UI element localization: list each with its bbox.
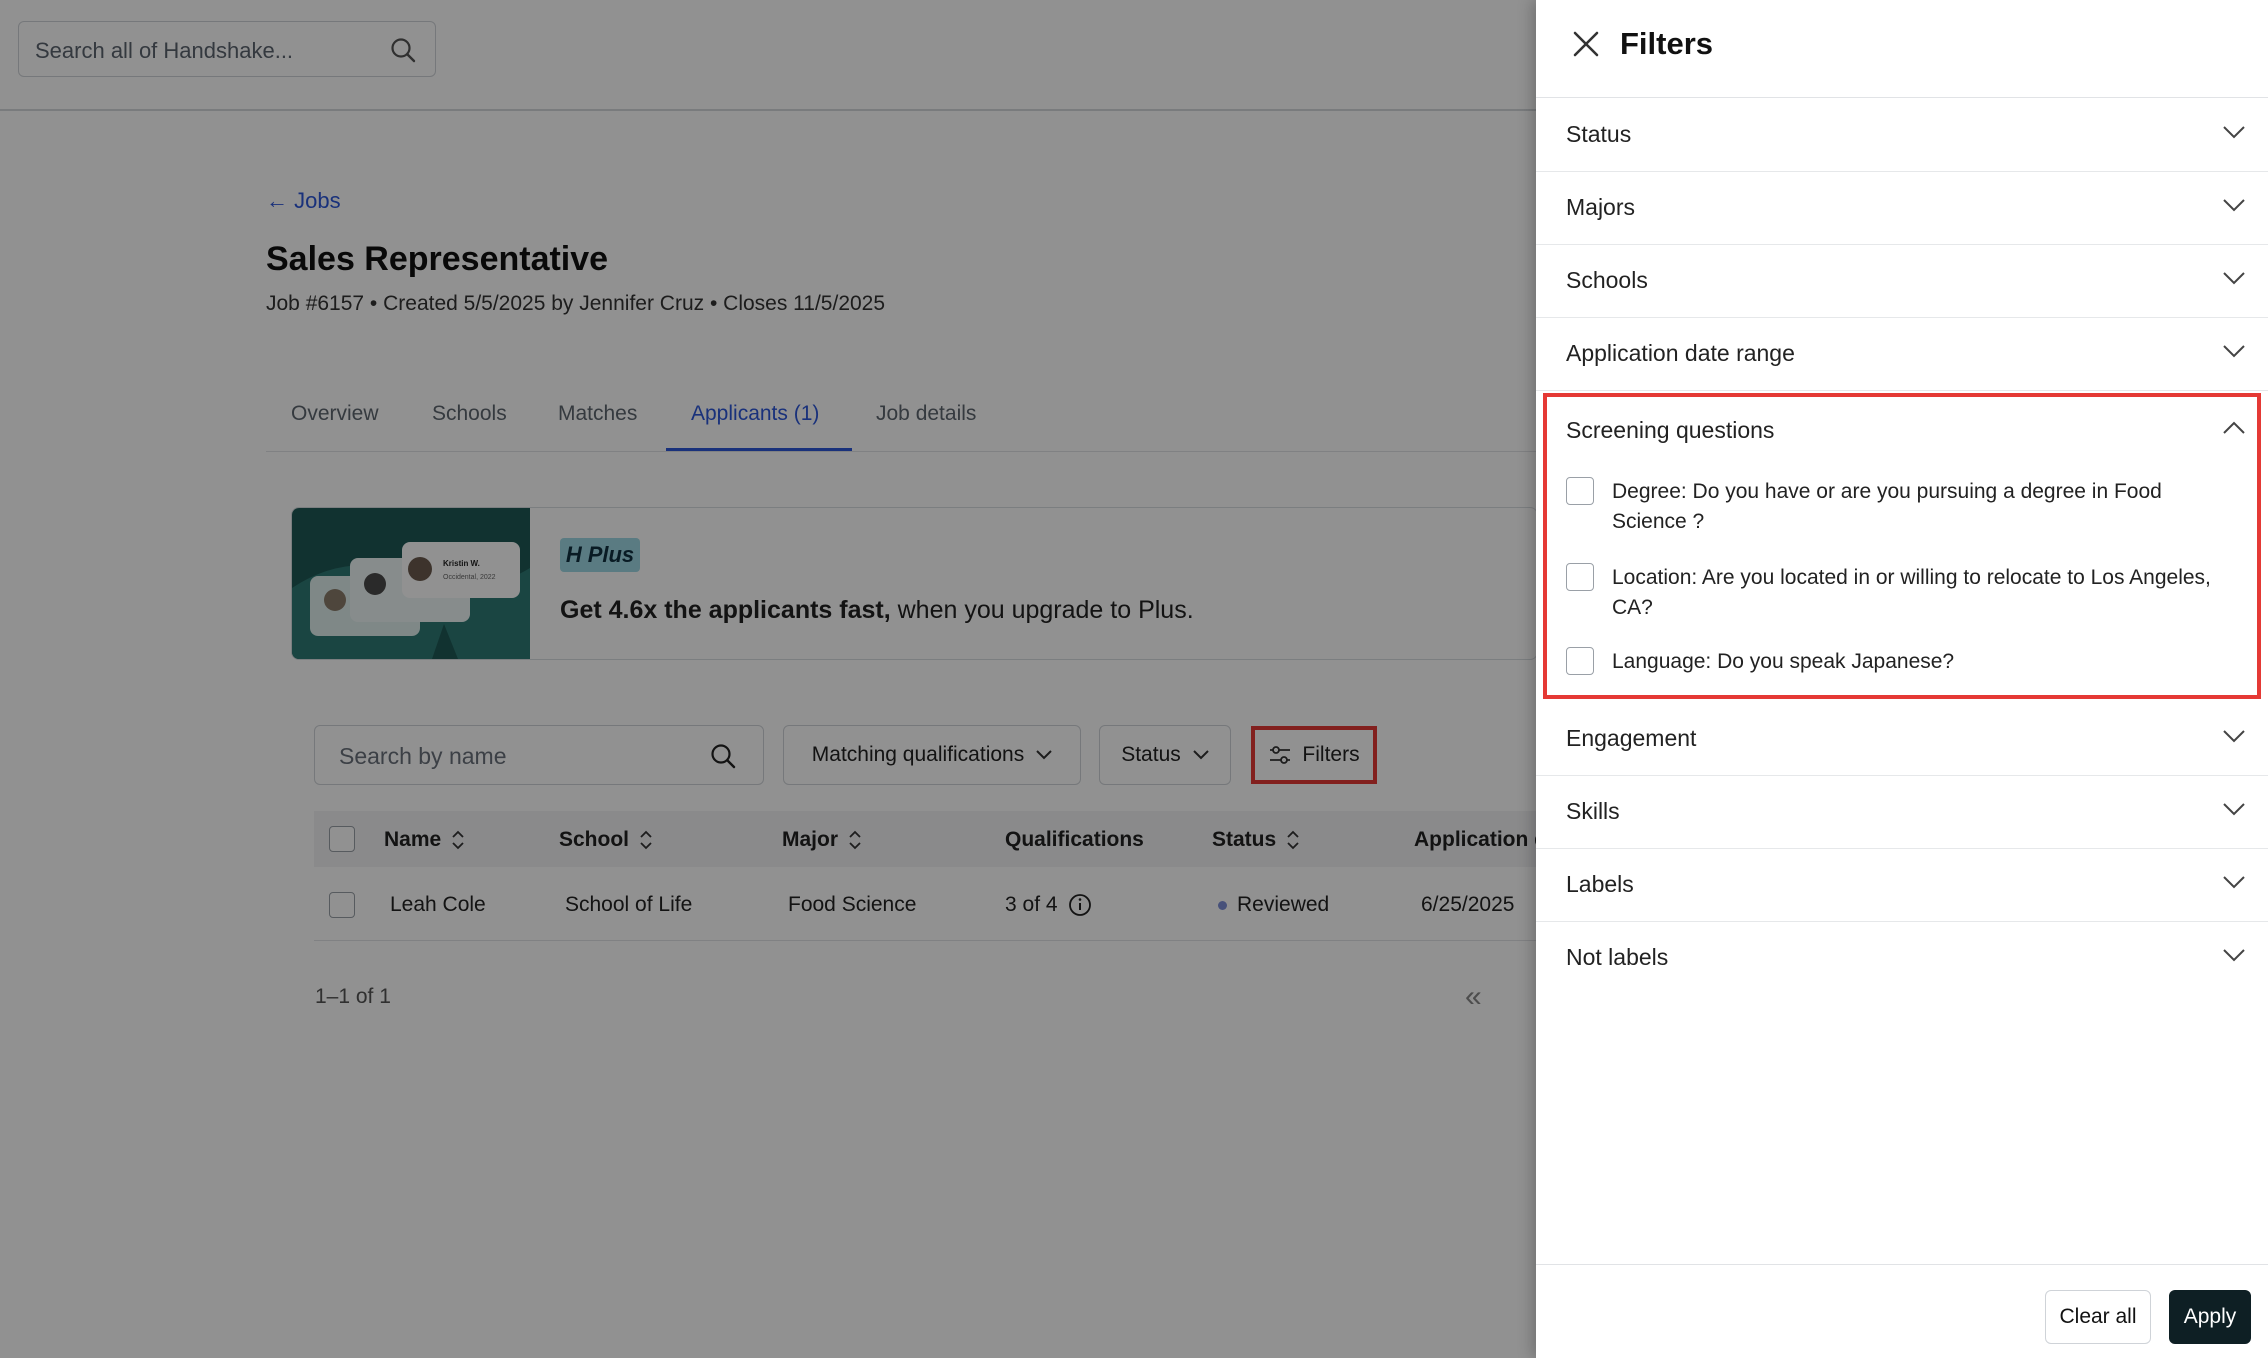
filters-panel-header: Filters — [1536, 0, 2268, 98]
filter-section-label: Application date range — [1566, 340, 1795, 366]
filter-section-label: Engagement — [1566, 725, 1697, 751]
screening-questions-toggle[interactable]: Screening questions — [1566, 417, 1774, 444]
filter-section-label: Labels — [1566, 871, 1634, 897]
modal-overlay[interactable] — [0, 0, 1536, 1358]
filter-section-label: Schools — [1566, 267, 1648, 293]
filter-section-majors[interactable]: Majors — [1536, 172, 2268, 245]
filter-section-status[interactable]: Status — [1536, 99, 2268, 172]
chevron-down-icon — [2223, 345, 2245, 358]
screening-question-text: Location: Are you located in or willing … — [1612, 566, 2211, 619]
filter-section-schools[interactable]: Schools — [1536, 245, 2268, 318]
screening-question-location[interactable]: Location: Are you located in or willing … — [1566, 563, 2242, 623]
screening-question-degree[interactable]: Degree: Do you have or are you pursuing … — [1566, 477, 2242, 537]
chevron-down-icon — [2223, 730, 2245, 743]
filter-section-not-labels[interactable]: Not labels — [1536, 922, 2268, 995]
filter-section-label: Majors — [1566, 194, 1636, 220]
screening-question-text: Degree: Do you have or are you pursuing … — [1612, 480, 2162, 533]
screening-question-checkbox[interactable] — [1566, 477, 1594, 505]
screening-question-language[interactable]: Language: Do you speak Japanese? — [1566, 647, 2242, 677]
apply-button[interactable]: Apply — [2169, 1290, 2251, 1344]
filter-section-label: Status — [1566, 121, 1632, 147]
filter-section-labels[interactable]: Labels — [1536, 849, 2268, 922]
chevron-down-icon — [2223, 272, 2245, 285]
screening-question-checkbox[interactable] — [1566, 563, 1594, 591]
screening-question-text: Language: Do you speak Japanese? — [1612, 650, 1955, 673]
filters-panel: Filters Status Majors Schools Applicatio… — [1536, 0, 2268, 1358]
chevron-down-icon — [2223, 126, 2245, 139]
screening-question-checkbox[interactable] — [1566, 647, 1594, 675]
job-page: Search all of Handshake... ← Jobs Sales … — [0, 0, 2268, 1358]
close-icon[interactable] — [1570, 28, 1602, 60]
chevron-down-icon — [2223, 803, 2245, 816]
filter-section-skills[interactable]: Skills — [1536, 776, 2268, 849]
chevron-down-icon — [2223, 876, 2245, 889]
filter-section-application-date-range[interactable]: Application date range — [1536, 318, 2268, 391]
clear-all-button[interactable]: Clear all — [2045, 1290, 2151, 1344]
filter-section-label: Not labels — [1566, 944, 1669, 970]
filters-panel-title: Filters — [1620, 26, 1714, 61]
filters-panel-footer: Clear all Apply — [1536, 1264, 2268, 1358]
chevron-down-icon — [2223, 199, 2245, 212]
filter-section-engagement[interactable]: Engagement — [1536, 703, 2268, 776]
chevron-down-icon — [2223, 949, 2245, 962]
filter-section-screening-questions: Screening questions Degree: Do you have … — [1543, 393, 2261, 699]
chevron-up-icon[interactable] — [2222, 421, 2246, 435]
filter-section-label: Skills — [1566, 798, 1620, 824]
